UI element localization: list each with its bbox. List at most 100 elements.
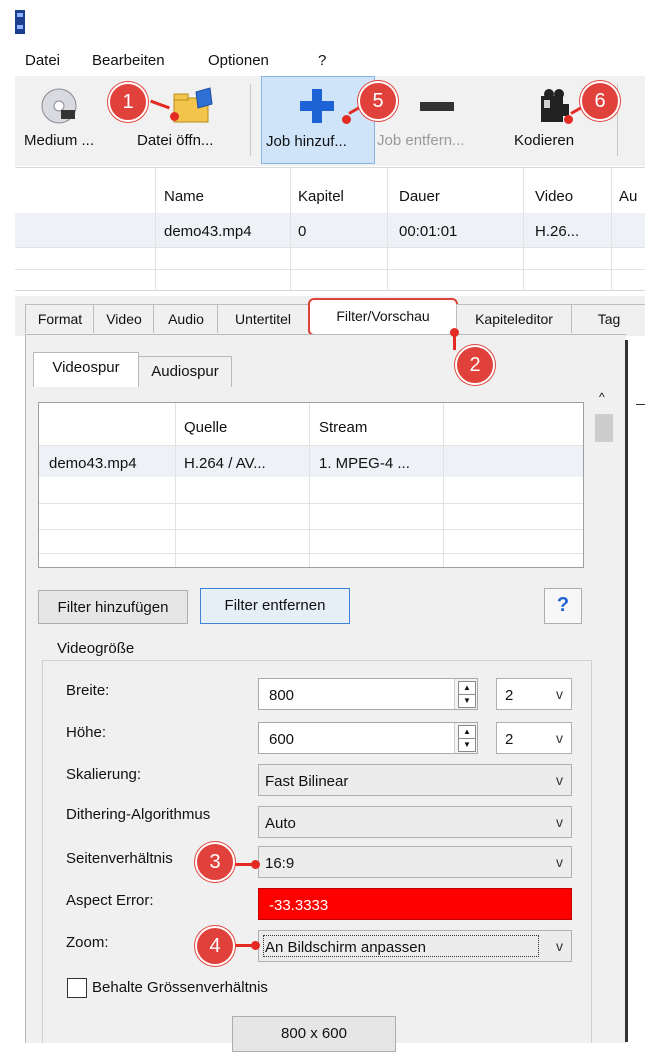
height-spinner[interactable]: ▲ ▼ <box>454 723 477 753</box>
grid-line <box>39 503 583 504</box>
remove-job-label: Job entfern... <box>377 132 465 149</box>
scroll-thumb[interactable] <box>595 414 613 442</box>
column-header[interactable]: Dauer <box>399 188 440 205</box>
group-title: Videogröße <box>57 640 135 657</box>
marker-4: 4 <box>195 926 235 966</box>
column-header[interactable]: Video <box>535 188 573 205</box>
marker-dot <box>170 112 179 121</box>
minus-icon <box>420 102 454 111</box>
preview-tick <box>636 404 645 405</box>
grid-line <box>290 168 291 290</box>
medium-label: Medium ... <box>24 132 95 149</box>
add-job-button[interactable]: Job hinzuf... <box>261 76 375 164</box>
chevron-down-icon: v <box>556 772 563 788</box>
menu-help[interactable]: ? <box>318 52 326 69</box>
plus-icon <box>300 89 334 123</box>
aspect-error-label: Aspect Error: <box>66 892 154 909</box>
grid-line <box>39 445 583 446</box>
vertical-scrollbar[interactable]: ^ <box>593 390 615 1042</box>
grid-line <box>443 403 444 567</box>
menu-datei[interactable]: Datei <box>25 52 60 69</box>
grid-line <box>15 247 645 248</box>
scaling-label: Skalierung: <box>66 766 142 783</box>
subtab-videospur[interactable]: Videospur <box>33 352 139 387</box>
keep-ratio-checkbox[interactable] <box>67 978 87 998</box>
grid-line <box>175 403 176 567</box>
aspect-error-field: -33.3333 <box>258 888 572 920</box>
preview-area <box>628 340 645 1042</box>
zoom-label: Zoom: <box>66 934 109 951</box>
tab-video[interactable]: Video <box>93 304 155 333</box>
table-cell: H.264 / AV... <box>184 455 266 472</box>
job-list: Name Kapitel Dauer Video Au demo43.mp4 0… <box>15 167 645 291</box>
height-step-select[interactable]: 2v <box>496 722 572 754</box>
tab-untertitel[interactable]: Untertitel <box>217 304 309 333</box>
help-button[interactable]: ? <box>544 588 582 624</box>
toolbar-separator <box>250 84 251 156</box>
grid-line <box>611 168 612 290</box>
remove-filter-button[interactable]: Filter entfernen <box>200 588 350 624</box>
grid-line <box>39 553 583 554</box>
table-cell: H.26... <box>535 223 580 240</box>
chevron-down-icon: v <box>556 814 563 830</box>
column-header[interactable]: Quelle <box>184 419 227 436</box>
tab-strip: Format Video Audio Untertitel Filter/Vor… <box>15 296 645 336</box>
tab-kapiteleditor[interactable]: Kapiteleditor <box>456 304 572 333</box>
title-bar <box>0 0 645 46</box>
table-cell: demo43.mp4 <box>164 223 252 240</box>
spin-up-icon[interactable]: ▲ <box>458 681 476 695</box>
spin-down-icon[interactable]: ▼ <box>458 738 476 752</box>
width-input[interactable]: 800 ▲ ▼ <box>258 678 478 710</box>
marker-3: 3 <box>195 842 235 882</box>
width-step-select[interactable]: 2v <box>496 678 572 710</box>
chevron-down-icon: v <box>556 854 563 870</box>
app-film-icon <box>15 10 25 34</box>
table-cell: 0 <box>298 223 307 240</box>
open-file-button[interactable]: Datei öffn... <box>135 76 245 162</box>
aspect-select[interactable]: 16:9 v <box>258 846 572 878</box>
zoom-select[interactable]: An Bildschirm anpassen v <box>258 930 572 962</box>
grid-line <box>39 529 583 530</box>
disc-icon <box>41 88 77 124</box>
chevron-down-icon: v <box>556 730 563 746</box>
help-icon: ? <box>556 594 570 616</box>
add-filter-button[interactable]: Filter hinzufügen <box>38 590 188 624</box>
width-spinner[interactable]: ▲ ▼ <box>454 679 477 709</box>
grid-line <box>15 269 645 270</box>
column-header[interactable]: Au <box>619 188 637 205</box>
spin-down-icon[interactable]: ▼ <box>458 694 476 708</box>
dither-label: Dithering-Algorithmus <box>66 806 211 823</box>
marker-dot <box>342 115 351 124</box>
menu-optionen[interactable]: Optionen <box>208 52 269 69</box>
scaling-select[interactable]: Fast Bilinear v <box>258 764 572 796</box>
subtab-audiospur[interactable]: Audiospur <box>138 356 232 387</box>
tab-tag[interactable]: Tag <box>571 304 645 333</box>
track-table: Quelle Stream demo43.mp4 H.264 / AV... 1… <box>38 402 584 568</box>
tab-audio[interactable]: Audio <box>153 304 219 333</box>
height-label: Höhe: <box>66 724 107 741</box>
table-cell: demo43.mp4 <box>49 455 137 472</box>
marker-1: 1 <box>108 82 148 122</box>
chevron-down-icon: v <box>556 686 563 702</box>
column-header[interactable]: Stream <box>319 419 367 436</box>
toolbar: Medium ... Datei öffn... Job hinzuf... J… <box>15 76 645 166</box>
tab-filter-vorschau[interactable]: Filter/Vorschau <box>308 298 458 336</box>
tab-format[interactable]: Format <box>25 304 95 333</box>
grid-line <box>309 403 310 567</box>
column-header[interactable]: Kapitel <box>298 188 344 205</box>
table-cell: 00:01:01 <box>399 223 458 240</box>
marker-2: 2 <box>455 345 495 385</box>
marker-dot <box>450 328 459 337</box>
grid-line <box>387 168 388 290</box>
menu-bearbeiten[interactable]: Bearbeiten <box>92 52 165 69</box>
dither-select[interactable]: Auto v <box>258 806 572 838</box>
spin-up-icon[interactable]: ▲ <box>458 725 476 739</box>
scroll-up-icon[interactable]: ^ <box>599 390 605 404</box>
width-label: Breite: <box>66 682 110 699</box>
column-header[interactable]: Name <box>164 188 204 205</box>
table-cell: 1. MPEG-4 ... <box>319 455 410 472</box>
add-job-label: Job hinzuf... <box>266 133 347 150</box>
open-file-label: Datei öffn... <box>137 132 214 149</box>
size-display-button[interactable]: 800 x 600 <box>232 1016 396 1052</box>
height-input[interactable]: 600 ▲ ▼ <box>258 722 478 754</box>
